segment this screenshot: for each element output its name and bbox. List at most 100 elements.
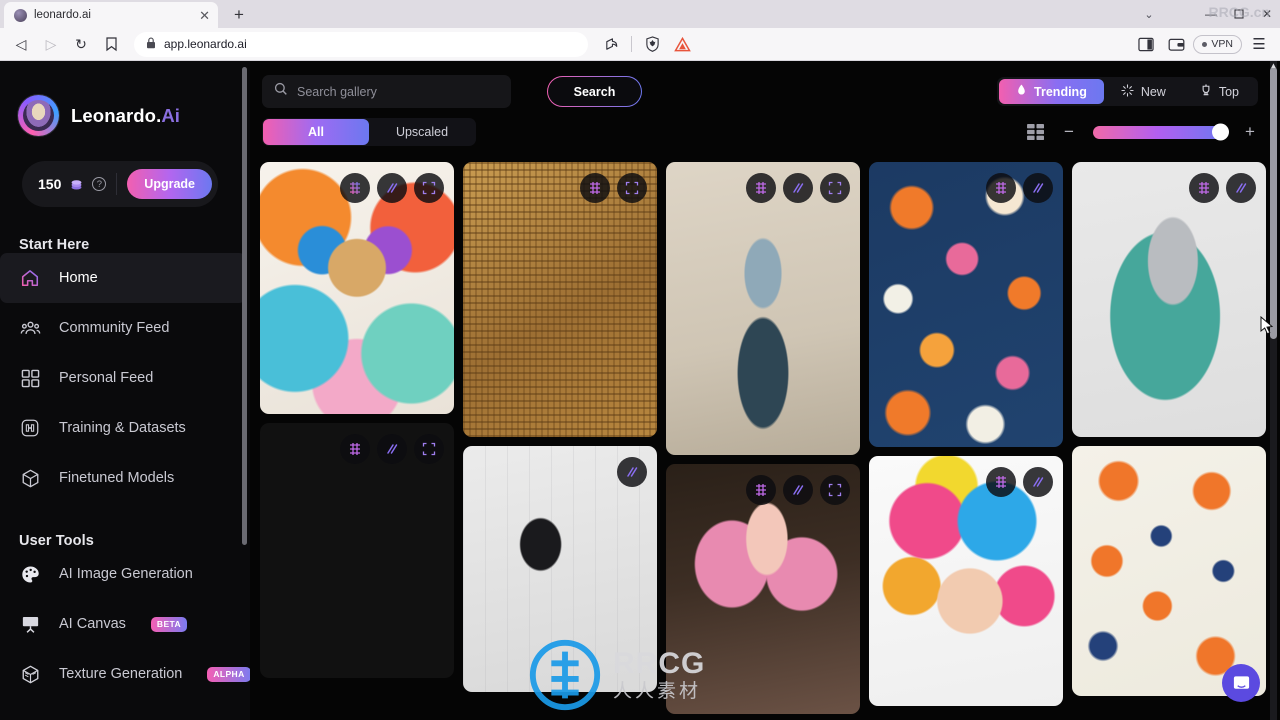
sidebar-item-ai-canvas[interactable]: AI Canvas BETA (0, 599, 246, 649)
variation-icon[interactable] (1023, 467, 1053, 497)
scroll-up-arrow-icon[interactable]: ▲ (1269, 61, 1278, 71)
variation-icon[interactable] (617, 457, 647, 487)
variation-icon[interactable] (783, 173, 813, 203)
sparkle-icon (1121, 83, 1134, 100)
vpn-button[interactable]: VPN (1193, 34, 1242, 54)
expand-icon[interactable] (414, 173, 444, 203)
remix-icon[interactable] (340, 173, 370, 203)
brave-shield-icon[interactable] (639, 31, 665, 57)
gallery-card-watercolor-lion-sunglasses[interactable] (260, 162, 454, 414)
search-field-wrapper[interactable] (262, 75, 511, 108)
share-icon[interactable] (598, 31, 624, 57)
gallery-card-blue-haired-warrior-concept[interactable] (666, 162, 860, 455)
lock-icon (146, 37, 156, 52)
address-bar[interactable]: app.leonardo.ai (134, 31, 589, 57)
gallery-card-koala-riding-bicycle[interactable] (1072, 162, 1266, 437)
minimize-button[interactable]: — (1198, 1, 1224, 27)
filter-tab-upscaled[interactable]: Upscaled (369, 119, 475, 145)
sidebar-item-finetuned-models[interactable]: Finetuned Models (0, 453, 246, 503)
sidebar-item-ai-image-generation[interactable]: AI Image Generation (0, 549, 246, 599)
tab-close-icon[interactable]: ✕ (199, 9, 210, 22)
main-scrollbar-thumb[interactable] (1270, 67, 1277, 339)
variation-icon[interactable] (1023, 173, 1053, 203)
expand-icon[interactable] (820, 173, 850, 203)
upgrade-button[interactable]: Upgrade (127, 169, 212, 199)
remix-icon[interactable] (986, 467, 1016, 497)
brand-header[interactable]: Leonardo.Ai (0, 61, 250, 136)
alpha-badge: ALPHA (207, 666, 250, 682)
expand-icon[interactable] (414, 434, 444, 464)
card-actions (986, 467, 1053, 497)
reload-button[interactable]: ↻ (68, 31, 94, 57)
forward-button[interactable]: ▷ (38, 31, 64, 57)
sidebar-item-home[interactable]: Home (0, 253, 246, 303)
sidebar-item-community-feed[interactable]: Community Feed (0, 303, 246, 353)
browser-tab[interactable]: leonardo.ai ✕ (4, 2, 218, 28)
card-image (1072, 446, 1266, 696)
grid-density-icon[interactable] (1027, 124, 1045, 140)
gallery-card-orange-floral-pattern-navy[interactable] (869, 162, 1063, 447)
remix-icon[interactable] (746, 475, 776, 505)
brand-name: Leonardo.Ai (71, 104, 181, 126)
gallery-toolbar: Search Trending New (250, 61, 1280, 146)
expand-icon[interactable] (820, 475, 850, 505)
sidebar-item-training-datasets[interactable]: Training & Datasets (0, 403, 246, 453)
sort-tab-trending[interactable]: Trending (999, 79, 1104, 104)
sidebar-toggle-icon[interactable] (1133, 31, 1159, 57)
sort-tab-label: Top (1218, 84, 1239, 99)
sidebar-scrollbar-thumb[interactable] (242, 67, 247, 545)
bookmark-icon[interactable] (98, 31, 124, 57)
filter-tab-all[interactable]: All (263, 119, 369, 145)
sidebar-item-texture-generation[interactable]: Texture Generation ALPHA (0, 649, 250, 699)
search-button[interactable]: Search (547, 76, 642, 107)
chevron-down-icon[interactable]: ⌄ (1138, 4, 1160, 24)
hamburger-menu-icon[interactable]: ☰ (1246, 31, 1272, 57)
maximize-button[interactable] (1226, 1, 1252, 27)
remix-icon[interactable] (746, 173, 776, 203)
leo-ai-icon[interactable] (669, 31, 695, 57)
gallery-column-3 (666, 162, 860, 714)
card-image (666, 162, 860, 455)
variation-icon[interactable] (783, 475, 813, 505)
expand-icon[interactable] (617, 173, 647, 203)
gallery-column-4 (869, 162, 1063, 714)
gallery-card-character-sketch-sheet[interactable] (463, 446, 657, 692)
browser-toolbar: ◁ ▷ ↻ app.leonardo.ai VPN ☰ (0, 28, 1280, 61)
tab-favicon-icon (14, 8, 27, 22)
variation-icon[interactable] (377, 434, 407, 464)
sidebar-item-label: Finetuned Models (59, 470, 175, 486)
image-gallery (260, 162, 1266, 720)
gallery-card-orange-blue-floral-pattern[interactable] (1072, 446, 1266, 696)
credits-amount: 150 (38, 176, 62, 192)
wallet-icon[interactable] (1163, 31, 1189, 57)
search-input[interactable] (297, 84, 499, 99)
sort-tab-label: Trending (1034, 84, 1087, 99)
palette-icon (19, 563, 41, 585)
remix-icon[interactable] (340, 434, 370, 464)
gallery-card-pink-hair-fantasy-portrait[interactable] (666, 464, 860, 714)
zoom-in-button[interactable]: + (1242, 122, 1258, 142)
help-circle-icon[interactable]: ? (92, 177, 107, 191)
card-actions (746, 475, 850, 505)
sort-tab-top[interactable]: Top (1183, 79, 1256, 104)
remix-icon[interactable] (580, 173, 610, 203)
new-tab-button[interactable]: + (226, 2, 252, 28)
remix-icon[interactable] (1189, 173, 1219, 203)
card-image (1072, 162, 1266, 437)
sidebar-item-label: Community Feed (59, 320, 170, 336)
intercom-chat-button[interactable] (1222, 664, 1260, 702)
sort-tab-new[interactable]: New (1104, 79, 1183, 104)
zoom-slider-thumb[interactable] (1212, 123, 1229, 141)
variation-icon[interactable] (377, 173, 407, 203)
zoom-out-button[interactable]: − (1061, 122, 1077, 142)
gallery-card-rainbow-hair-portrait[interactable] (869, 456, 1063, 706)
close-window-button[interactable]: ✕ (1254, 1, 1280, 27)
gallery-card-girl-blue-glasses-rainbow[interactable] (260, 423, 454, 678)
gallery-card-egyptian-hieroglyph-wall[interactable] (463, 162, 657, 437)
variation-icon[interactable] (1226, 173, 1256, 203)
mouse-cursor-icon (1260, 316, 1274, 335)
back-button[interactable]: ◁ (8, 31, 34, 57)
sidebar-item-personal-feed[interactable]: Personal Feed (0, 353, 246, 403)
remix-icon[interactable] (986, 173, 1016, 203)
zoom-slider[interactable] (1093, 123, 1229, 141)
